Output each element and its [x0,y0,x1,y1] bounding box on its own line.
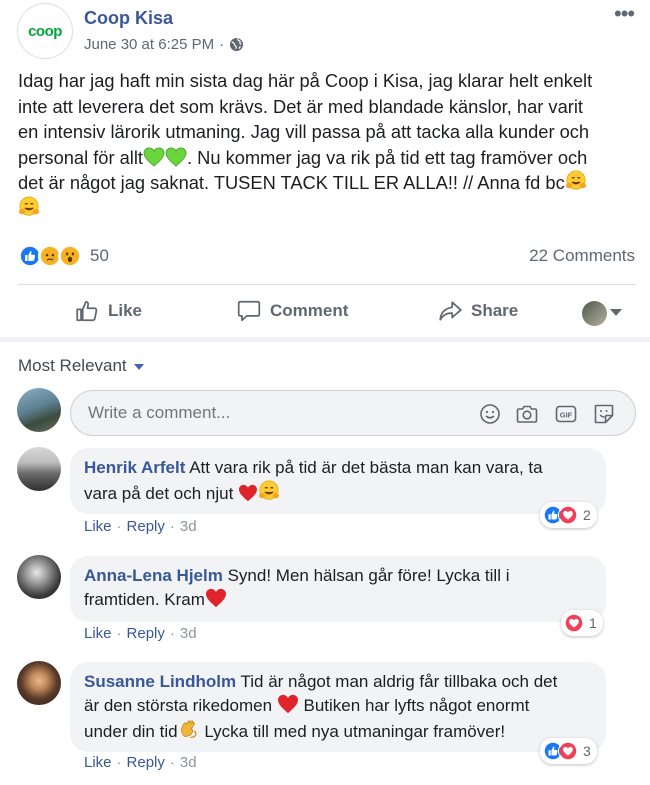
reaction-count: 50 [90,246,109,265]
coop-logo: coop [28,22,62,40]
comment-text: Butiken har lyfts något enormt [303,696,530,715]
share-arrow-icon [439,301,462,321]
more-options-icon[interactable]: ••• [614,3,635,25]
post-body: Idag har jag haft min sista dag här på C… [18,68,638,221]
comment-button[interactable]: Comment [236,298,348,324]
post-text-line: Idag har jag haft min sista dag här på C… [18,70,593,91]
comment-reply-link[interactable]: Reply [127,754,165,771]
speech-bubble-icon [237,300,261,322]
love-reaction-icon [558,505,578,525]
reaction-count: 1 [589,615,597,631]
caret-down-icon [133,363,144,370]
share-button[interactable]: Share [437,298,518,324]
comment-reactions[interactable]: 3 [540,738,597,764]
comment-reply-link[interactable]: Reply [127,625,165,642]
post-timestamp[interactable]: June 30 at 6:25 PM [84,36,214,53]
post-text-line: en intensiv lärorik utmaning. Jag vill p… [18,121,590,142]
comment-sort-dropdown[interactable]: Most Relevant [18,356,144,376]
green-heart-emoji-icon [143,146,165,167]
divider [18,284,636,285]
comment-text: vara på det och njut [84,484,234,503]
hugging-face-emoji-icon [565,170,586,190]
post-text-segment: personal för allt [18,146,143,168]
love-reaction-icon [564,613,584,633]
clapping-hands-emoji-icon [180,720,197,738]
comment-actions: Like · Reply · 3d [84,625,197,642]
commenter-avatar[interactable] [17,555,61,599]
globe-icon[interactable] [229,37,244,52]
post-text-segment: det är något jag saknat. TUSEN TACK TILL… [18,172,565,193]
comment-like-link[interactable]: Like [84,754,112,771]
like-button-label: Like [108,301,143,320]
camera-icon[interactable] [515,402,539,426]
gif-icon[interactable]: GIF [554,402,578,426]
comment-text: framtiden. Kram [84,590,205,609]
thumbs-up-icon [76,300,98,322]
post-text-line-7 [18,196,638,222]
reaction-count: 3 [583,743,591,759]
comment-text: Att vara rik på tid är det bästa man kan… [189,458,543,477]
comment-timestamp[interactable]: 3d [180,518,197,535]
page-name-link[interactable]: Coop Kisa [84,8,173,29]
share-button-label: Share [471,301,519,320]
post-meta: June 30 at 6:25 PM · [84,36,244,53]
caret-down-icon[interactable] [610,309,622,316]
green-heart-emoji-icon [165,146,187,167]
reaction-count: 2 [583,507,591,523]
comment-author-link[interactable]: Anna-Lena Hjelm [84,566,223,585]
comment-author-link[interactable]: Susanne Lindholm [84,672,236,691]
comment-text: Tid är något man aldrig får tillbaka och… [240,672,558,691]
comment-button-label: Comment [270,301,349,320]
comment-reactions[interactable]: 2 [540,502,597,528]
hugging-face-emoji-icon [258,480,280,500]
comment-text: är den största rikedomen [84,696,273,715]
comment-timestamp[interactable]: 3d [180,754,197,771]
emoji-icon[interactable] [478,402,502,426]
comment-actions: Like · Reply · 3d [84,518,197,535]
hugging-face-emoji-icon [18,196,40,216]
like-button[interactable]: Like [74,298,142,324]
red-heart-emoji-icon [239,484,258,502]
commenter-avatar[interactable] [17,661,61,705]
comment-input[interactable] [88,403,448,423]
comment-reactions[interactable]: 1 [561,610,603,636]
svg-text:GIF: GIF [560,410,573,419]
love-reaction-icon [558,741,578,761]
comment-author-link[interactable]: Henrik Arfelt [84,458,185,477]
comment-like-link[interactable]: Like [84,625,112,642]
sticker-icon[interactable] [592,402,616,426]
post-text-line: inte att leverera det som krävs. Det är … [18,95,583,117]
page-avatar[interactable]: coop [17,3,73,59]
comment-text: Lycka till med nya utmaningar framöver! [204,722,506,741]
comment-sort-label: Most Relevant [18,356,127,375]
comment-text: under din tid [84,722,178,741]
comment-timestamp[interactable]: 3d [180,625,197,642]
red-heart-emoji-icon [205,588,226,608]
comment-bubble: Susanne Lindholm Tid är något man aldrig… [70,662,606,752]
post-reactions-summary[interactable]: 50 [18,244,109,268]
wow-reaction-icon [58,244,82,268]
comment-actions: Like · Reply · 3d [84,754,197,771]
red-heart-emoji-icon [277,694,298,714]
facebook-post: coop Coop Kisa June 30 at 6:25 PM · ••• … [0,0,650,785]
comment-like-link[interactable]: Like [84,518,112,535]
viewer-avatar[interactable] [582,301,607,326]
comments-count-link[interactable]: 22 Comments [529,246,635,266]
post-text-line-6: det är något jag saknat. TUSEN TACK TILL… [18,170,638,196]
comment-bubble: Anna-Lena Hjelm Synd! Men hälsan går för… [70,556,606,622]
commenter-avatar[interactable] [17,447,61,491]
comment-text: Synd! Men hälsan går före! Lycka till i [227,566,510,585]
post-text-line-4: personal för allt . Nu kommer jag va rik … [18,145,638,171]
comment-composer: GIF [70,390,636,436]
meta-separator: · [219,36,225,53]
comment-bubble: Henrik Arfelt Att vara rik på tid är det… [70,448,606,514]
composer-avatar [17,388,61,432]
comment-reply-link[interactable]: Reply [127,518,165,535]
section-separator [0,337,650,342]
post-text-segment: . Nu kommer jag va rik på tid ett tag fr… [187,146,588,168]
